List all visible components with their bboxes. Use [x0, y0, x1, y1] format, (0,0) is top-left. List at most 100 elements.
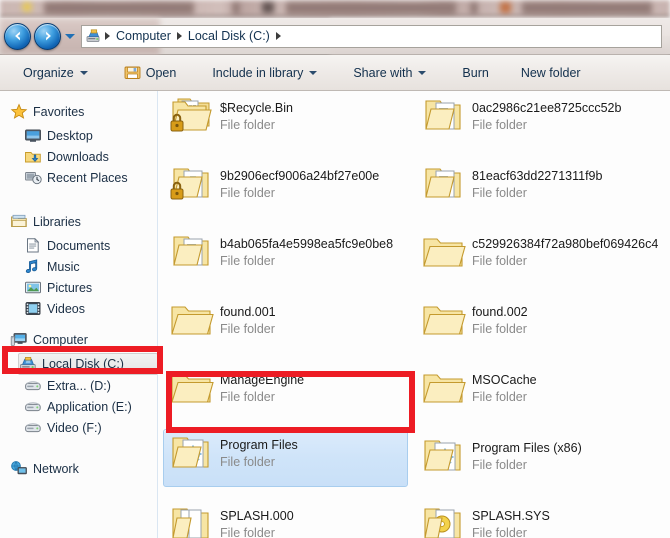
sidebar-item-computer[interactable]: Computer [10, 329, 88, 350]
file-item-name: 81eacf63dd2271311f9b [472, 169, 603, 183]
address-bar[interactable]: Computer Local Disk (C:) [81, 24, 662, 48]
sidebar-item-label: Libraries [33, 214, 81, 229]
sidebar-item-videos[interactable]: Videos [24, 298, 85, 319]
desktop-icon [24, 127, 42, 144]
sidebar-item-recent-places[interactable]: Recent Places [24, 167, 128, 188]
sidebar-item-label: Computer [33, 332, 88, 347]
open-button[interactable]: Open [115, 60, 186, 86]
navigation-pane[interactable]: Favorites Desktop Downloads Recent Places Li… [0, 91, 157, 538]
file-item-text: c529926384f72a980bef069426c4 File folder [472, 229, 658, 269]
file-list-item[interactable]: SPLASH.000 File folder [168, 501, 294, 538]
sidebar-item-desktop[interactable]: Desktop [24, 125, 93, 146]
file-item-kind: File folder [472, 390, 527, 404]
caret-down-icon [309, 70, 318, 75]
music-note-icon [24, 258, 42, 275]
include-in-library-button[interactable]: Include in library [203, 60, 326, 86]
new-folder-label: New folder [520, 65, 581, 80]
history-dropdown-button[interactable] [63, 23, 77, 50]
pictures-icon [24, 279, 42, 296]
breadcrumb-separator-icon [275, 32, 281, 40]
file-list-item[interactable]: 81eacf63dd2271311f9b File folder [420, 161, 602, 213]
libraries-icon [10, 213, 28, 230]
folder-gear-doc-icon [168, 430, 214, 476]
computer-icon [10, 331, 28, 348]
file-item-name: c529926384f72a980bef069426c4 [472, 237, 659, 251]
open-label: Open [145, 65, 177, 80]
sidebar-item-label: Desktop [47, 128, 93, 143]
caret-down-icon [79, 70, 88, 75]
new-folder-button[interactable]: New folder [512, 60, 590, 86]
file-list-item[interactable]: Program Files File folder [163, 429, 408, 487]
file-list-view[interactable]: $Recycle.Bin File folder 0ac2986c21ee8725c… [158, 91, 670, 538]
file-list-item[interactable]: ManageEngine File folder [168, 365, 304, 417]
organize-label: Organize [23, 65, 74, 80]
sidebar-item-label: Recent Places [47, 170, 128, 185]
sidebar-item-music[interactable]: Music [24, 256, 80, 277]
sidebar-item-label: Music [47, 259, 80, 274]
breadcrumb-local-disk-c[interactable]: Local Disk (C:) [183, 26, 275, 46]
sidebar-item-libraries[interactable]: Libraries [10, 211, 81, 232]
file-list-item[interactable]: found.002 File folder [420, 297, 528, 349]
file-list-item[interactable]: SPLASH.SYS File folder [420, 501, 550, 538]
file-item-text: b4ab065fa4e5998ea5fc9e0be8 File folder [220, 229, 393, 269]
sidebar-item-local-disk-c[interactable]: Local Disk (C:) [18, 353, 157, 375]
sidebar-item-label: Video (F:) [47, 420, 102, 435]
file-item-text: 81eacf63dd2271311f9b File folder [472, 161, 602, 201]
file-item-kind: File folder [220, 186, 275, 200]
forward-button[interactable] [34, 22, 61, 50]
file-item-text: MSOCache File folder [472, 365, 537, 405]
file-item-kind: File folder [220, 455, 275, 469]
file-item-name: SPLASH.SYS [472, 509, 550, 523]
sidebar-item-video-f[interactable]: Video (F:) [24, 417, 102, 438]
sidebar-item-network[interactable]: Network [10, 458, 79, 479]
file-list-item[interactable]: Program Files (x86) File folder [420, 433, 582, 485]
file-item-kind: File folder [220, 118, 275, 132]
sidebar-item-label: Network [33, 461, 79, 476]
file-list-item[interactable]: b4ab065fa4e5998ea5fc9e0be8 File folder [168, 229, 393, 281]
organize-button[interactable]: Organize [14, 60, 97, 86]
optical-drive-icon [24, 419, 42, 436]
sidebar-item-favorites[interactable]: Favorites [10, 101, 84, 122]
videos-film-icon [24, 300, 42, 317]
burn-button[interactable]: Burn [453, 60, 497, 86]
star-icon [10, 103, 28, 120]
share-with-label: Share with [353, 65, 413, 80]
file-item-text: Program Files (x86) File folder [472, 433, 582, 473]
computer-drive-icon [85, 28, 102, 44]
sidebar-item-extra-d[interactable]: Extra... (D:) [24, 375, 111, 396]
sidebar-item-downloads[interactable]: Downloads [24, 146, 109, 167]
sidebar-item-label: Favorites [33, 104, 85, 119]
recent-places-icon [24, 169, 42, 186]
sidebar-item-label: Application (E:) [47, 399, 132, 414]
back-button[interactable] [4, 22, 31, 50]
file-item-name: $Recycle.Bin [220, 101, 293, 115]
file-list-item[interactable]: 9b2906ecf9006a24bf27e00e File folder [168, 161, 379, 213]
sidebar-item-application-e[interactable]: Application (E:) [24, 396, 132, 417]
breadcrumb-computer[interactable]: Computer [111, 26, 176, 46]
folder-plain-icon [420, 297, 466, 343]
sidebar-item-documents[interactable]: Documents [24, 235, 110, 256]
file-list-item[interactable]: found.001 File folder [168, 297, 276, 349]
file-item-text: found.002 File folder [472, 297, 528, 337]
optical-drive-icon [24, 377, 42, 394]
file-list-item[interactable]: $Recycle.Bin File folder [168, 93, 293, 145]
file-list-item[interactable]: c529926384f72a980bef069426c4 File folder [420, 229, 658, 281]
file-item-name: SPLASH.000 [220, 509, 294, 523]
burn-label: Burn [462, 65, 489, 80]
file-list-item[interactable]: 0ac2986c21ee8725ccc52b File folder [420, 93, 621, 145]
optical-drive-icon [24, 398, 42, 415]
sidebar-item-pictures[interactable]: Pictures [24, 277, 92, 298]
file-item-name: found.001 [220, 305, 276, 319]
file-item-text: $Recycle.Bin File folder [220, 93, 293, 133]
share-with-button[interactable]: Share with [344, 60, 435, 86]
file-list-item[interactable]: MSOCache File folder [420, 365, 537, 417]
folder-plain-icon [420, 229, 466, 275]
file-item-name: MSOCache [472, 373, 537, 387]
address-bar-container: Computer Local Disk (C:) [0, 18, 670, 55]
folder-plain-icon [168, 365, 214, 411]
file-item-text: 9b2906ecf9006a24bf27e00e File folder [220, 161, 379, 201]
caret-down-icon [418, 70, 427, 75]
folder-gear-doc-icon [420, 433, 466, 479]
sidebar-item-label: Local Disk (C:) [42, 357, 124, 371]
command-toolbar: Organize Open Include in library Share w… [0, 55, 670, 91]
